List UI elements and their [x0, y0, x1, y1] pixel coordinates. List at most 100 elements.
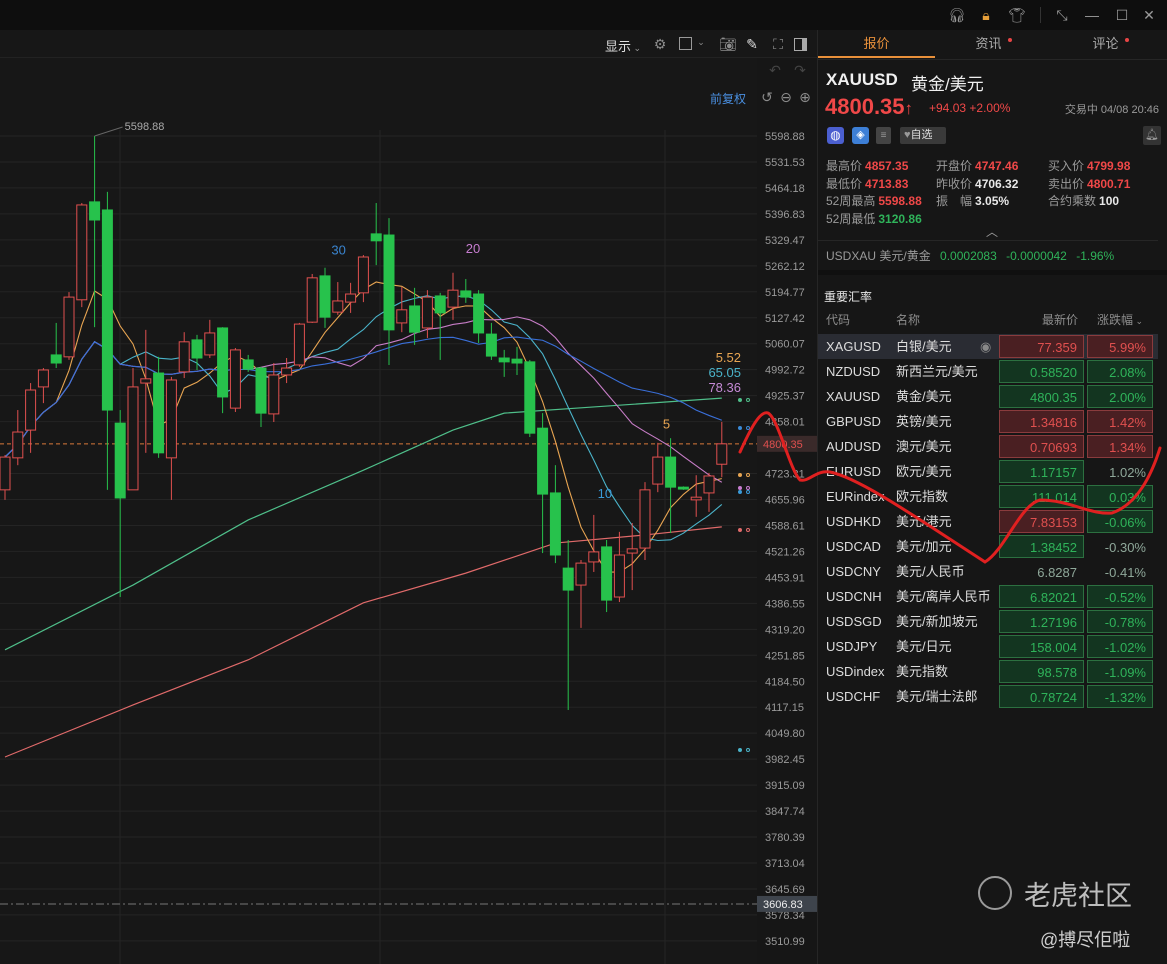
- row-code: EURindex: [826, 489, 885, 504]
- candle: [575, 560, 587, 628]
- camera-icon[interactable]: 📷︎: [719, 36, 737, 54]
- lock-icon[interactable]: 🔒︎: [977, 6, 995, 24]
- compress-icon[interactable]: ⤡: [1053, 6, 1071, 24]
- candle-body: [255, 367, 267, 414]
- candle-body: [511, 358, 523, 364]
- display-menu[interactable]: 显示 ⌄: [605, 36, 641, 55]
- inverse-quote[interactable]: USDXAU 美元/黄金 0.0002083 -0.0000042 -1.96%: [826, 247, 1114, 264]
- row-price: 1.34816: [999, 410, 1084, 433]
- chart-toolbar: 显示 ⌄ ⚙ ⌄ 📷︎ ✎ ⛶: [0, 30, 817, 58]
- table-row[interactable]: USDCHF 美元/瑞士法郎 0.78724 -1.32%: [818, 684, 1158, 709]
- table-row[interactable]: EURUSD 欧元/美元 1.17157 1.02%: [818, 459, 1158, 484]
- table-row[interactable]: NZDUSD 新西兰元/美元 0.58520 2.08%: [818, 359, 1158, 384]
- display-label: 显示: [605, 39, 632, 54]
- ma-period-label: 10: [598, 486, 612, 501]
- watchlist-button[interactable]: ♥自选: [900, 127, 946, 144]
- table-row[interactable]: EURindex 欧元指数 111.014 0.03%: [818, 484, 1158, 509]
- pencil-icon[interactable]: ✎: [743, 36, 761, 54]
- divider: [818, 59, 1167, 60]
- candle-body: [460, 290, 472, 298]
- candle: [37, 368, 49, 404]
- table-row[interactable]: XAUUSD 黄金/美元 4800.35 2.00%: [818, 384, 1158, 409]
- candle: [562, 539, 574, 710]
- axis-tick-label: 4925.37: [765, 391, 805, 403]
- price-chart[interactable]: 5598.88 5531.53 5464.18 5396.83 5329.47 5262.…: [0, 0, 817, 964]
- candle-body: [178, 341, 190, 373]
- candle-body: [332, 300, 344, 313]
- tab-quote[interactable]: 报价: [818, 30, 935, 58]
- maximize-icon[interactable]: ☐: [1113, 6, 1131, 24]
- chevron-down-icon: ⌄: [1133, 316, 1144, 326]
- table-row[interactable]: GBPUSD 英镑/美元 1.34816 1.42%: [818, 409, 1158, 434]
- table-header: 代码 名称 最新价 涨跌幅 ⌄: [818, 308, 1158, 333]
- table-row[interactable]: USDCNH 美元/离岸人民币 6.82021 -0.52%: [818, 584, 1158, 609]
- headset-icon[interactable]: 🎧︎: [948, 6, 966, 24]
- zoom-out-icon[interactable]: ⊖: [777, 89, 795, 107]
- reset-icon[interactable]: ↺: [758, 89, 776, 107]
- target-icon[interactable]: ◉: [980, 334, 991, 359]
- candle-body: [588, 551, 600, 563]
- candle: [50, 322, 62, 369]
- candle-body: [601, 546, 613, 601]
- title-bar: 🎧︎ 🔒︎ 👕︎ ⤡ — ☐ ✕: [0, 0, 1167, 30]
- rates-title: 重要汇率: [824, 290, 873, 304]
- row-change: 5.99%: [1087, 335, 1153, 358]
- candle: [626, 523, 638, 591]
- row-code: GBPUSD: [826, 414, 881, 429]
- document-icon[interactable]: ≡: [876, 127, 891, 144]
- axis-tick-label: 4655.96: [765, 495, 805, 507]
- ma60-line: [4, 397, 722, 651]
- header-price[interactable]: 最新价: [999, 308, 1078, 333]
- candle: [76, 203, 88, 308]
- table-row[interactable]: XAGUSD 白银/美元 ◉ 77.359 5.99%: [818, 334, 1158, 359]
- stat-value: 3.05%: [975, 194, 1010, 208]
- gear-icon[interactable]: ⚙: [651, 36, 669, 54]
- row-name: 美元/加元: [896, 539, 952, 554]
- table-row[interactable]: USDCAD 美元/加元 1.38452 -0.30%: [818, 534, 1158, 559]
- table-row[interactable]: USDindex 美元指数 98.578 -1.09%: [818, 659, 1158, 684]
- row-name: 黄金/美元: [896, 389, 952, 404]
- row-code: USDHKD: [826, 514, 881, 529]
- ma-legend-value: 5.52: [716, 350, 741, 365]
- row-code: USDSGD: [826, 614, 882, 629]
- row-change: -0.06%: [1087, 510, 1153, 533]
- minimize-icon[interactable]: —: [1083, 6, 1101, 24]
- layout-square-icon[interactable]: [679, 37, 692, 50]
- price-value: 4800.35: [825, 94, 905, 119]
- watchlist-label: 自选: [910, 129, 933, 141]
- collapse-chevron-icon[interactable]: ︿: [986, 223, 998, 240]
- candle-body: [127, 386, 139, 491]
- table-row[interactable]: USDCNY 美元/人民币 6.8287 -0.41%: [818, 559, 1158, 584]
- candle-body: [421, 296, 433, 329]
- globe-icon[interactable]: ◍: [827, 127, 844, 144]
- tab-comments[interactable]: 评论: [1052, 30, 1167, 58]
- axis-tick-label: 4521.26: [765, 546, 805, 558]
- candle: [716, 421, 728, 478]
- close-icon[interactable]: ✕: [1140, 6, 1158, 24]
- redo-icon[interactable]: ↷: [791, 62, 809, 80]
- shirt-icon[interactable]: 👕︎: [1008, 6, 1026, 24]
- tab-news[interactable]: 资讯: [935, 30, 1052, 58]
- axis-tick-label: 5598.88: [765, 131, 805, 143]
- table-row[interactable]: USDHKD 美元/港元 7.83153 -0.06%: [818, 509, 1158, 534]
- header-change-sort[interactable]: 涨跌幅 ⌄: [1097, 308, 1143, 334]
- table-row[interactable]: USDSGD 美元/新加坡元 1.27196 -0.78%: [818, 609, 1158, 634]
- candle-body: [665, 456, 677, 488]
- stat-label: 昨收价: [936, 176, 973, 191]
- chevron-down-icon[interactable]: ⌄: [692, 34, 710, 52]
- panel-toggle-icon[interactable]: [794, 38, 807, 51]
- table-row[interactable]: USDJPY 美元/日元 158.004 -1.02%: [818, 634, 1158, 659]
- bell-icon[interactable]: 🔔︎: [1143, 126, 1161, 145]
- ma-period-label: 20: [466, 241, 480, 256]
- fullscreen-icon[interactable]: ⛶: [769, 36, 787, 54]
- candle-body: [434, 295, 446, 314]
- stat-label: 52周最高: [826, 194, 876, 208]
- table-row[interactable]: AUDUSD 澳元/美元 0.70693 1.34%: [818, 434, 1158, 459]
- zoom-in-icon[interactable]: ⊕: [796, 89, 814, 107]
- undo-icon[interactable]: ↶: [766, 62, 784, 80]
- adjustment-button[interactable]: 前复权: [710, 90, 746, 107]
- price-tag: 4800.35: [763, 439, 803, 451]
- tag-icon[interactable]: ◈: [852, 127, 869, 144]
- watermark-author: @搏尽佢啦: [1040, 930, 1131, 950]
- stat-item: 昨收价 4706.32: [936, 176, 1018, 193]
